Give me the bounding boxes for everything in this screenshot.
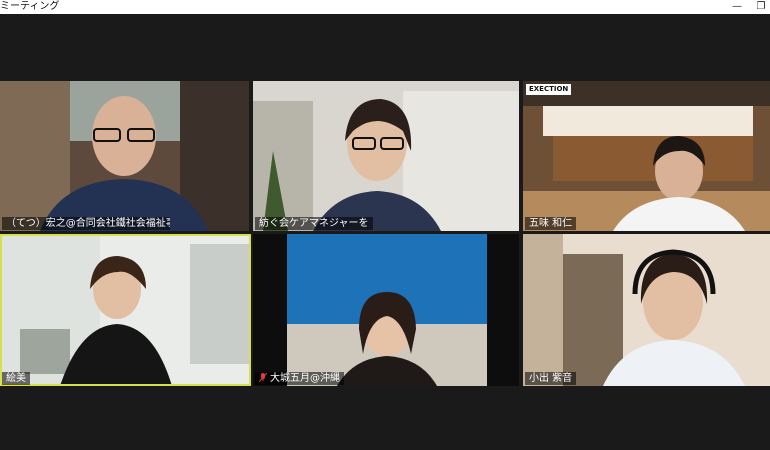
muted-mic-icon xyxy=(259,373,267,382)
video-tile-participant-6[interactable]: 小出 紫音 xyxy=(523,234,770,386)
participant-video xyxy=(253,81,519,231)
participant-name: 五味 和仁 xyxy=(525,217,577,230)
participant-video xyxy=(523,81,770,231)
participant-name: 絵美 xyxy=(2,372,30,385)
window-title: ミーティング xyxy=(0,1,60,12)
participant-video xyxy=(253,234,519,386)
participant-video xyxy=(0,234,251,386)
participant-name: 小出 紫音 xyxy=(525,372,577,385)
participant-video xyxy=(523,234,770,386)
video-tile-participant-1[interactable]: （てつ）宏之@合同会社鐵社会福祉事... xyxy=(0,81,249,231)
participant-name: （てつ）宏之@合同会社鐵社会福祉事... xyxy=(2,217,170,230)
video-tile-participant-4[interactable]: 絵美 xyxy=(0,234,251,386)
video-tile-participant-3[interactable]: EXECTION 五味 和仁 xyxy=(523,81,770,231)
participant-name-text: 大城五月@沖縄 xyxy=(270,373,340,384)
participant-video xyxy=(0,81,249,231)
participant-name: 紡ぐ会ケアマネジャーを xyxy=(255,217,373,230)
participant-name: 大城五月@沖縄 xyxy=(255,372,344,385)
video-tile-participant-5[interactable]: 大城五月@沖縄 xyxy=(253,234,519,386)
window-titlebar: ミーティング — ❐ xyxy=(0,0,770,14)
video-tile-participant-2[interactable]: 紡ぐ会ケアマネジャーを xyxy=(253,81,519,231)
background-sign: EXECTION xyxy=(526,84,572,95)
restore-button[interactable]: ❐ xyxy=(752,0,770,14)
minimize-button[interactable]: — xyxy=(728,0,746,14)
